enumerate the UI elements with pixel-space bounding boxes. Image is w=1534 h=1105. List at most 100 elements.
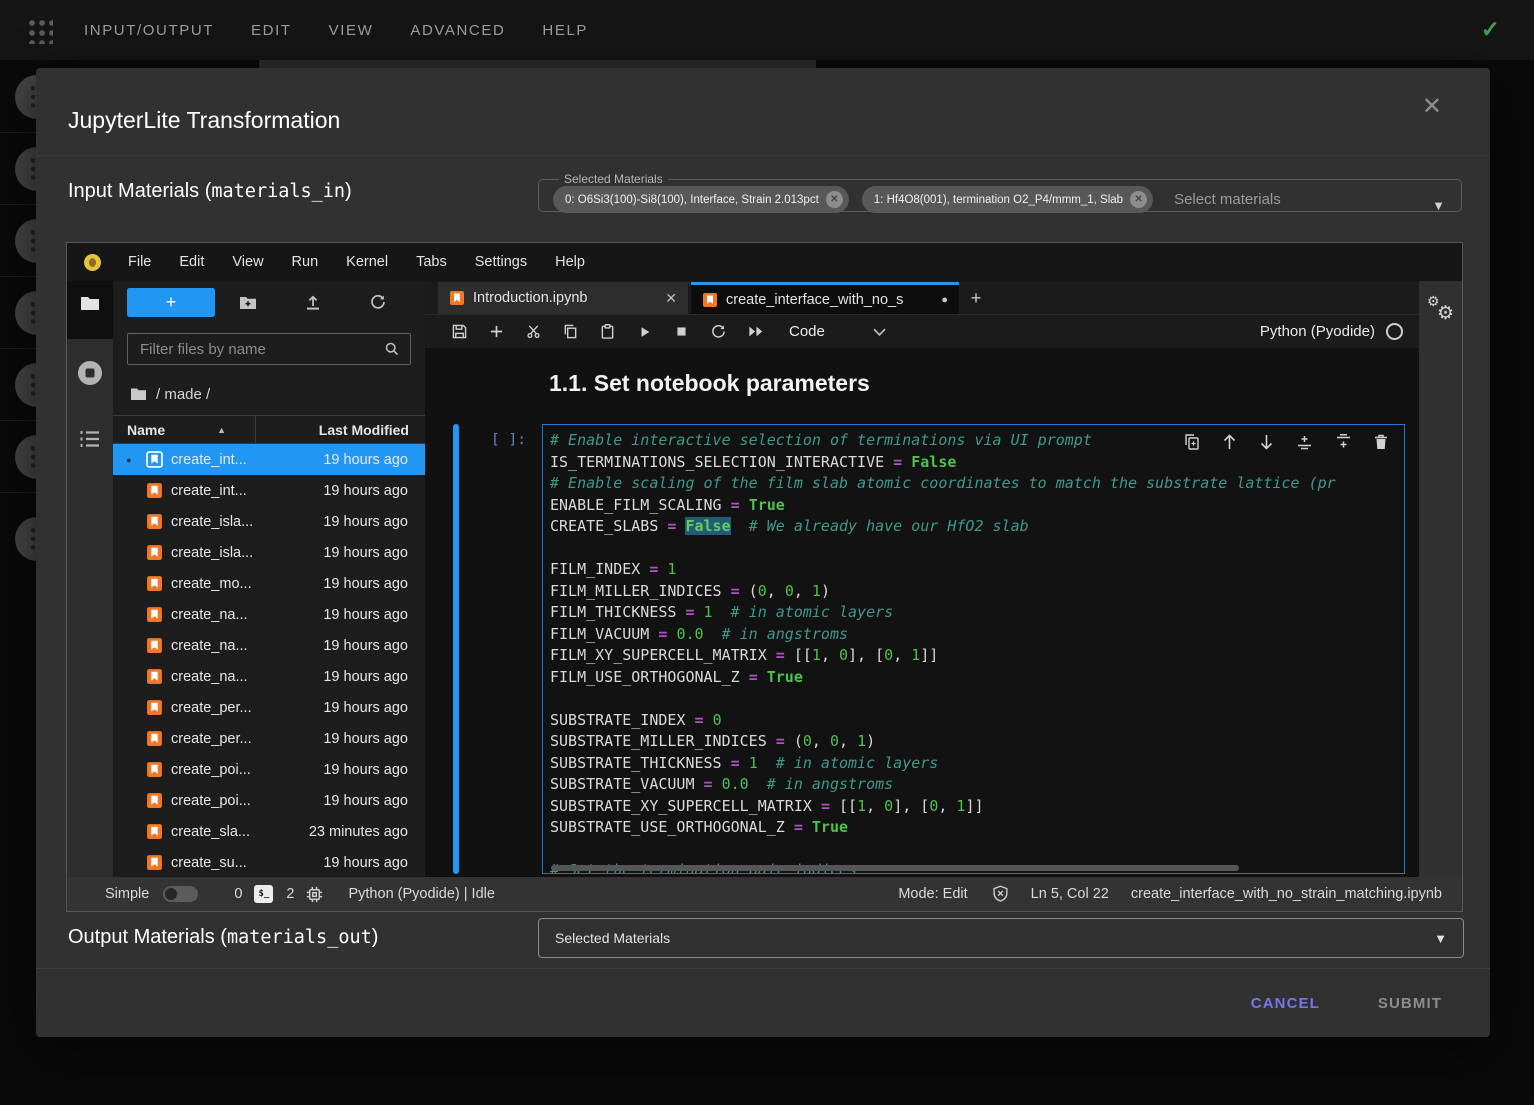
insert-cell-above-icon[interactable] — [1296, 434, 1313, 450]
code-line: CREATE_SLABS = False # We already have o… — [550, 516, 1404, 538]
unsaved-dot-icon: ● — [941, 294, 948, 306]
new-tab-button[interactable]: + — [959, 282, 993, 314]
output-materials-dropdown[interactable]: Selected Materials ▼ — [538, 918, 1464, 958]
chip-remove-icon[interactable]: ✕ — [1130, 191, 1147, 208]
app-menu-input-output[interactable]: INPUT/OUTPUT — [84, 22, 214, 39]
tab-create-interface[interactable]: create_interface_with_no_s ● — [691, 282, 959, 314]
file-name: create_na... — [171, 638, 248, 654]
jupyter-menu-run[interactable]: Run — [278, 254, 333, 270]
file-row[interactable]: create_na...19 hours ago — [113, 630, 425, 661]
app-menu-help[interactable]: HELP — [542, 22, 588, 39]
file-modified: 19 hours ago — [323, 576, 425, 592]
insert-cell-icon[interactable] — [478, 324, 515, 339]
jupyter-menu-help[interactable]: Help — [541, 254, 599, 270]
kernel-chip-icon[interactable] — [306, 886, 323, 903]
insert-cell-below-icon[interactable] — [1335, 434, 1352, 450]
notebook-icon — [146, 513, 163, 530]
kernel-indicator[interactable]: Python (Pyodide) — [1260, 323, 1403, 340]
kernel-status-text[interactable]: Python (Pyodide) | Idle — [348, 886, 494, 902]
column-last-modified[interactable]: Last Modified — [319, 422, 425, 438]
delete-cell-icon[interactable] — [1374, 434, 1388, 450]
file-row[interactable]: create_poi...19 hours ago — [113, 754, 425, 785]
column-name[interactable]: Name — [113, 422, 165, 438]
jupyter-menu-kernel[interactable]: Kernel — [332, 254, 402, 270]
app-menu-view[interactable]: VIEW — [329, 22, 374, 39]
new-launcher-button[interactable]: + — [127, 288, 215, 317]
cancel-button[interactable]: CANCEL — [1245, 994, 1326, 1013]
cell-type-dropdown[interactable]: Code — [789, 323, 825, 340]
jupyter-menu-settings[interactable]: Settings — [461, 254, 541, 270]
new-folder-icon[interactable] — [215, 295, 280, 310]
paste-icon[interactable] — [589, 324, 626, 339]
terminal-icon[interactable]: $_ — [254, 885, 273, 903]
app-menu-advanced[interactable]: ADVANCED — [410, 22, 505, 39]
file-row[interactable]: create_su...19 hours ago — [113, 847, 425, 877]
file-row[interactable]: ●create_int...19 hours ago — [113, 444, 425, 475]
app-menu-edit[interactable]: EDIT — [251, 22, 292, 39]
move-cell-up-icon[interactable] — [1222, 434, 1237, 450]
file-row[interactable]: create_int...19 hours ago — [113, 475, 425, 506]
copy-icon[interactable] — [552, 324, 589, 339]
submit-button[interactable]: SUBMIT — [1372, 994, 1448, 1013]
kernel-name: Python (Pyodide) — [1260, 323, 1375, 340]
tab-close-icon[interactable]: ✕ — [665, 290, 677, 307]
file-modified: 19 hours ago — [323, 607, 425, 623]
file-modified: 19 hours ago — [323, 514, 425, 530]
cut-icon[interactable] — [515, 324, 552, 339]
chevron-down-icon[interactable] — [873, 328, 886, 336]
cursor-position[interactable]: Ln 5, Col 22 — [1031, 886, 1109, 902]
file-name: create_poi... — [171, 793, 251, 809]
chip-remove-icon[interactable]: ✕ — [826, 191, 843, 208]
simple-mode-toggle[interactable] — [163, 886, 198, 902]
cell-collapser[interactable] — [453, 424, 459, 874]
file-row[interactable]: create_mo...19 hours ago — [113, 568, 425, 599]
code-cell-editor[interactable]: # Enable interactive selection of termin… — [542, 424, 1405, 874]
jupyter-menu-edit[interactable]: Edit — [165, 254, 218, 270]
table-of-contents-icon[interactable] — [67, 429, 113, 449]
file-row[interactable]: create_sla...23 minutes ago — [113, 816, 425, 847]
code-line — [550, 538, 1404, 560]
tab-introduction[interactable]: Introduction.ipynb ✕ — [438, 282, 688, 314]
app-logo-dots-icon[interactable] — [25, 16, 53, 44]
settings-gears-icon[interactable]: ⚙ ⚙ — [1427, 293, 1461, 327]
file-modified: 19 hours ago — [323, 762, 425, 778]
breadcrumb[interactable]: / made / — [113, 379, 425, 409]
file-modified: 19 hours ago — [323, 669, 425, 685]
file-row[interactable]: create_poi...19 hours ago — [113, 785, 425, 816]
selected-materials-field[interactable]: Selected Materials 0: O6Si3(100)-Si8(100… — [538, 172, 1462, 212]
stop-icon[interactable] — [663, 325, 700, 338]
sort-ascending-icon[interactable]: ▲ — [217, 425, 226, 435]
file-row[interactable]: create_per...19 hours ago — [113, 723, 425, 754]
running-kernels-icon[interactable] — [67, 359, 113, 387]
upload-icon[interactable] — [280, 294, 345, 310]
jupyter-menu-tabs[interactable]: Tabs — [402, 254, 461, 270]
selected-materials-legend: Selected Materials — [559, 172, 668, 186]
restart-run-all-icon[interactable] — [737, 325, 774, 338]
file-row[interactable]: create_na... 19 hours ago — [113, 599, 425, 630]
file-row[interactable]: create_isla...19 hours ago — [113, 537, 425, 568]
file-row[interactable]: create_na...19 hours ago — [113, 661, 425, 692]
refresh-icon[interactable] — [346, 294, 411, 310]
chevron-down-icon[interactable]: ▼ — [1432, 198, 1445, 213]
filter-files-input[interactable] — [138, 340, 384, 359]
file-name: create_na... — [171, 607, 248, 623]
trust-shield-icon[interactable] — [992, 885, 1009, 903]
notebook-icon — [146, 544, 163, 561]
file-row[interactable]: create_isla...19 hours ago — [113, 506, 425, 537]
duplicate-cell-icon[interactable] — [1184, 434, 1200, 450]
jupyter-menu-view[interactable]: View — [218, 254, 277, 270]
file-row[interactable]: create_per...19 hours ago — [113, 692, 425, 723]
file-name: create_int... — [171, 483, 247, 499]
mode-indicator[interactable]: Mode: Edit — [898, 886, 967, 902]
run-icon[interactable] — [626, 325, 663, 339]
material-chip-0[interactable]: 0: O6Si3(100)-Si8(100), Interface, Strai… — [553, 186, 849, 213]
move-cell-down-icon[interactable] — [1259, 434, 1274, 450]
save-icon[interactable] — [441, 324, 478, 339]
restart-kernel-icon[interactable] — [700, 324, 737, 339]
dialog-close-icon[interactable]: ✕ — [1416, 94, 1448, 120]
material-chip-1[interactable]: 1: Hf4O8(001), termination O2_P4/mmm_1, … — [862, 186, 1153, 213]
jupyter-menu-file[interactable]: File — [114, 254, 165, 270]
file-name: create_per... — [171, 700, 252, 716]
horizontal-scrollbar[interactable] — [551, 865, 1239, 871]
file-browser-tab-folder-icon[interactable] — [67, 295, 113, 311]
